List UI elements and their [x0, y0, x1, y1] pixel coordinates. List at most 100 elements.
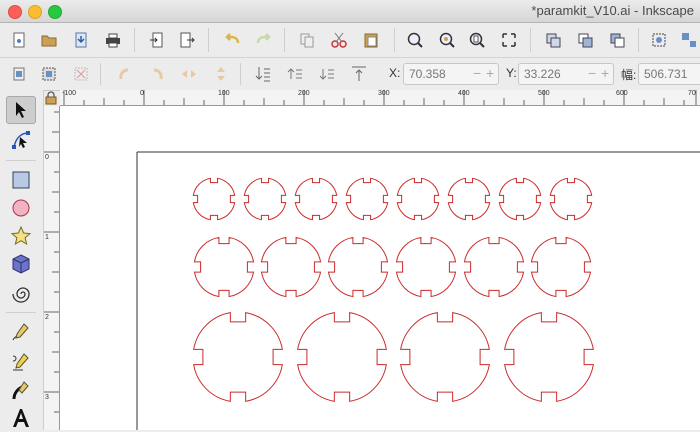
lower-to-bottom-icon[interactable] [252, 63, 274, 85]
w-label: 幅: [621, 68, 637, 82]
notched-circle-part[interactable] [463, 236, 525, 298]
save-icon[interactable] [70, 29, 92, 51]
lock-icon[interactable] [44, 91, 58, 105]
circle-icon [12, 199, 30, 217]
star-icon [10, 225, 32, 246]
separator [100, 63, 101, 85]
import-icon[interactable] [146, 29, 168, 51]
commands-toolbar [0, 23, 700, 58]
notched-circle-part[interactable] [193, 312, 283, 402]
text-tool[interactable] [6, 404, 36, 432]
separator [134, 28, 135, 52]
notched-circle-part[interactable] [193, 236, 255, 298]
cut-icon[interactable] [328, 29, 350, 51]
clone-icon[interactable] [574, 29, 596, 51]
parts-group[interactable] [192, 177, 594, 402]
circle-tool[interactable] [6, 194, 36, 222]
new-document-icon[interactable] [8, 29, 30, 51]
notched-circle-part[interactable] [260, 236, 322, 298]
close-window-button[interactable] [8, 5, 22, 19]
toolbox [0, 90, 44, 430]
y-increment-button[interactable]: + [601, 65, 609, 81]
pencil-tool[interactable] [6, 318, 36, 346]
spiral-icon [12, 287, 30, 303]
calligraphy-tool[interactable] [6, 376, 36, 404]
unlink-clone-icon[interactable] [606, 29, 628, 51]
separator [638, 28, 639, 52]
separator [208, 28, 209, 52]
y-label: Y: [506, 66, 517, 80]
hruler-label: 0 [140, 90, 144, 97]
hruler-label: 400 [458, 90, 470, 97]
notched-circle-part[interactable] [447, 177, 491, 221]
notched-circle-part[interactable] [243, 177, 287, 221]
text-icon [13, 409, 29, 427]
notched-circle-part[interactable] [549, 177, 593, 221]
notched-circle-part[interactable] [297, 312, 387, 402]
star-tool[interactable] [6, 222, 36, 250]
vruler-label: 0 [45, 154, 49, 161]
hruler-label: 200 [298, 90, 310, 97]
rotate-cw-icon[interactable] [146, 63, 168, 85]
y-field[interactable]: 33.226 [518, 63, 614, 85]
calligraphy-icon [12, 381, 29, 400]
notched-circle-part[interactable] [400, 312, 490, 402]
deselect-icon[interactable] [70, 63, 92, 85]
duplicate-icon[interactable] [542, 29, 564, 51]
hruler-label: 70 [688, 90, 696, 97]
zoom-fit-icon[interactable] [498, 29, 520, 51]
select-all-icon[interactable] [8, 63, 30, 85]
export-icon[interactable] [176, 29, 198, 51]
cube-icon [12, 254, 30, 274]
group-icon[interactable] [648, 29, 670, 51]
copy-icon[interactable] [296, 29, 318, 51]
redo-icon[interactable] [252, 29, 274, 51]
drawing-area[interactable] [60, 106, 700, 430]
flip-vertical-icon[interactable] [210, 63, 232, 85]
notched-circle-part[interactable] [192, 177, 236, 221]
flip-horizontal-icon[interactable] [178, 63, 200, 85]
x-label: X: [389, 66, 401, 80]
ungroup-icon[interactable] [678, 29, 700, 51]
notched-circle-part[interactable] [294, 177, 338, 221]
notched-circle-part[interactable] [345, 177, 389, 221]
spiral-tool[interactable] [6, 280, 36, 308]
canvas[interactable] [60, 106, 700, 430]
select-all-layers-icon[interactable] [38, 63, 60, 85]
notched-circle-part[interactable] [498, 177, 542, 221]
x-increment-button[interactable]: + [486, 65, 494, 81]
arrow-icon [16, 102, 26, 118]
zoom-window-button[interactable] [48, 5, 62, 19]
y-decrement-button[interactable]: − [588, 65, 596, 81]
w-value: 506.731 [644, 67, 688, 81]
node-edit-icon [12, 131, 30, 149]
minimize-window-button[interactable] [28, 5, 42, 19]
window-title: *paramkit_V10.ai - Inkscape [531, 3, 694, 18]
pen-tool[interactable] [6, 348, 36, 376]
rectangle-tool[interactable] [6, 166, 36, 194]
hruler-label: 500 [538, 90, 550, 97]
open-icon[interactable] [38, 29, 60, 51]
hruler-label: 600 [616, 90, 628, 97]
selector-tool[interactable] [6, 96, 36, 124]
lower-icon[interactable] [316, 63, 338, 85]
zoom-selection-icon[interactable] [404, 29, 426, 51]
raise-icon[interactable] [284, 63, 306, 85]
x-field[interactable]: 70.358 [403, 63, 499, 85]
zoom-page-icon[interactable] [466, 29, 488, 51]
undo-icon[interactable] [222, 29, 244, 51]
notched-circle-part[interactable] [530, 236, 592, 298]
paste-icon[interactable] [360, 29, 382, 51]
notched-circle-part[interactable] [396, 177, 440, 221]
notched-circle-part[interactable] [504, 312, 594, 402]
x-decrement-button[interactable]: − [473, 65, 481, 81]
raise-to-top-icon[interactable] [348, 63, 370, 85]
3d-box-tool[interactable] [6, 250, 36, 278]
rotate-ccw-icon[interactable] [114, 63, 136, 85]
notched-circle-part[interactable] [395, 236, 457, 298]
print-icon[interactable] [102, 29, 124, 51]
zoom-drawing-icon[interactable] [436, 29, 458, 51]
node-tool[interactable] [6, 126, 36, 154]
w-field[interactable]: 506.731 [638, 63, 700, 85]
notched-circle-part[interactable] [327, 236, 389, 298]
